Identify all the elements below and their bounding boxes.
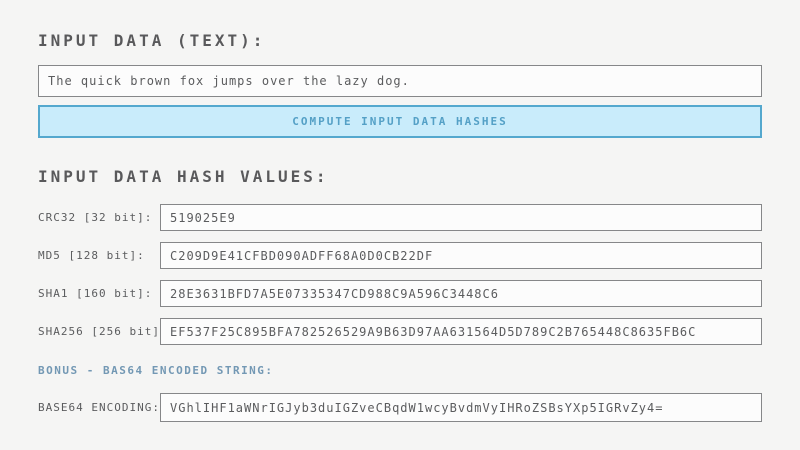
input-data-field[interactable]: The quick brown fox jumps over the lazy … bbox=[38, 65, 762, 97]
crc32-value: 519025E9 bbox=[170, 211, 236, 225]
hash-row-sha256: SHA256 [256 bit]: EF537F25C895BFA7825265… bbox=[38, 318, 762, 345]
sha1-value: 28E3631BFD7A5E07335347CD988C9A596C3448C6 bbox=[170, 287, 499, 301]
md5-value: C209D9E41CFBD090ADFF68A0D0CB22DF bbox=[170, 249, 433, 263]
sha256-value-field[interactable]: EF537F25C895BFA782526529A9B63D97AA631564… bbox=[160, 318, 762, 345]
sha1-value-field[interactable]: 28E3631BFD7A5E07335347CD988C9A596C3448C6 bbox=[160, 280, 762, 307]
hash-row-crc32: CRC32 [32 bit]: 519025E9 bbox=[38, 204, 762, 231]
md5-label: MD5 [128 bit]: bbox=[38, 249, 160, 262]
hash-row-sha1: SHA1 [160 bit]: 28E3631BFD7A5E07335347CD… bbox=[38, 280, 762, 307]
sha256-value: EF537F25C895BFA782526529A9B63D97AA631564… bbox=[170, 325, 696, 339]
hash-rows: CRC32 [32 bit]: 519025E9 MD5 [128 bit]: … bbox=[38, 204, 762, 345]
base64-label: BASE64 ENCODING: bbox=[38, 401, 160, 414]
compute-hashes-button[interactable]: COMPUTE INPUT DATA HASHES bbox=[38, 105, 762, 138]
crc32-value-field[interactable]: 519025E9 bbox=[160, 204, 762, 231]
base64-value: VGhlIHF1aWNrIGJyb3duIGZveCBqdW1wcyBvdmVy… bbox=[170, 401, 663, 415]
base64-row: BASE64 ENCODING: VGhlIHF1aWNrIGJyb3duIGZ… bbox=[38, 393, 762, 422]
bonus-base64-title: BONUS - BAS64 ENCODED STRING: bbox=[38, 364, 762, 377]
base64-value-field[interactable]: VGhlIHF1aWNrIGJyb3duIGZveCBqdW1wcyBvdmVy… bbox=[160, 393, 762, 422]
input-data-value: The quick brown fox jumps over the lazy … bbox=[48, 74, 410, 88]
hash-row-md5: MD5 [128 bit]: C209D9E41CFBD090ADFF68A0D… bbox=[38, 242, 762, 269]
sha1-label: SHA1 [160 bit]: bbox=[38, 287, 160, 300]
sha256-label: SHA256 [256 bit]: bbox=[38, 325, 160, 338]
md5-value-field[interactable]: C209D9E41CFBD090ADFF68A0D0CB22DF bbox=[160, 242, 762, 269]
crc32-label: CRC32 [32 bit]: bbox=[38, 211, 160, 224]
hash-values-title: INPUT DATA HASH VALUES: bbox=[38, 167, 762, 186]
input-data-title: INPUT DATA (TEXT): bbox=[38, 31, 762, 50]
